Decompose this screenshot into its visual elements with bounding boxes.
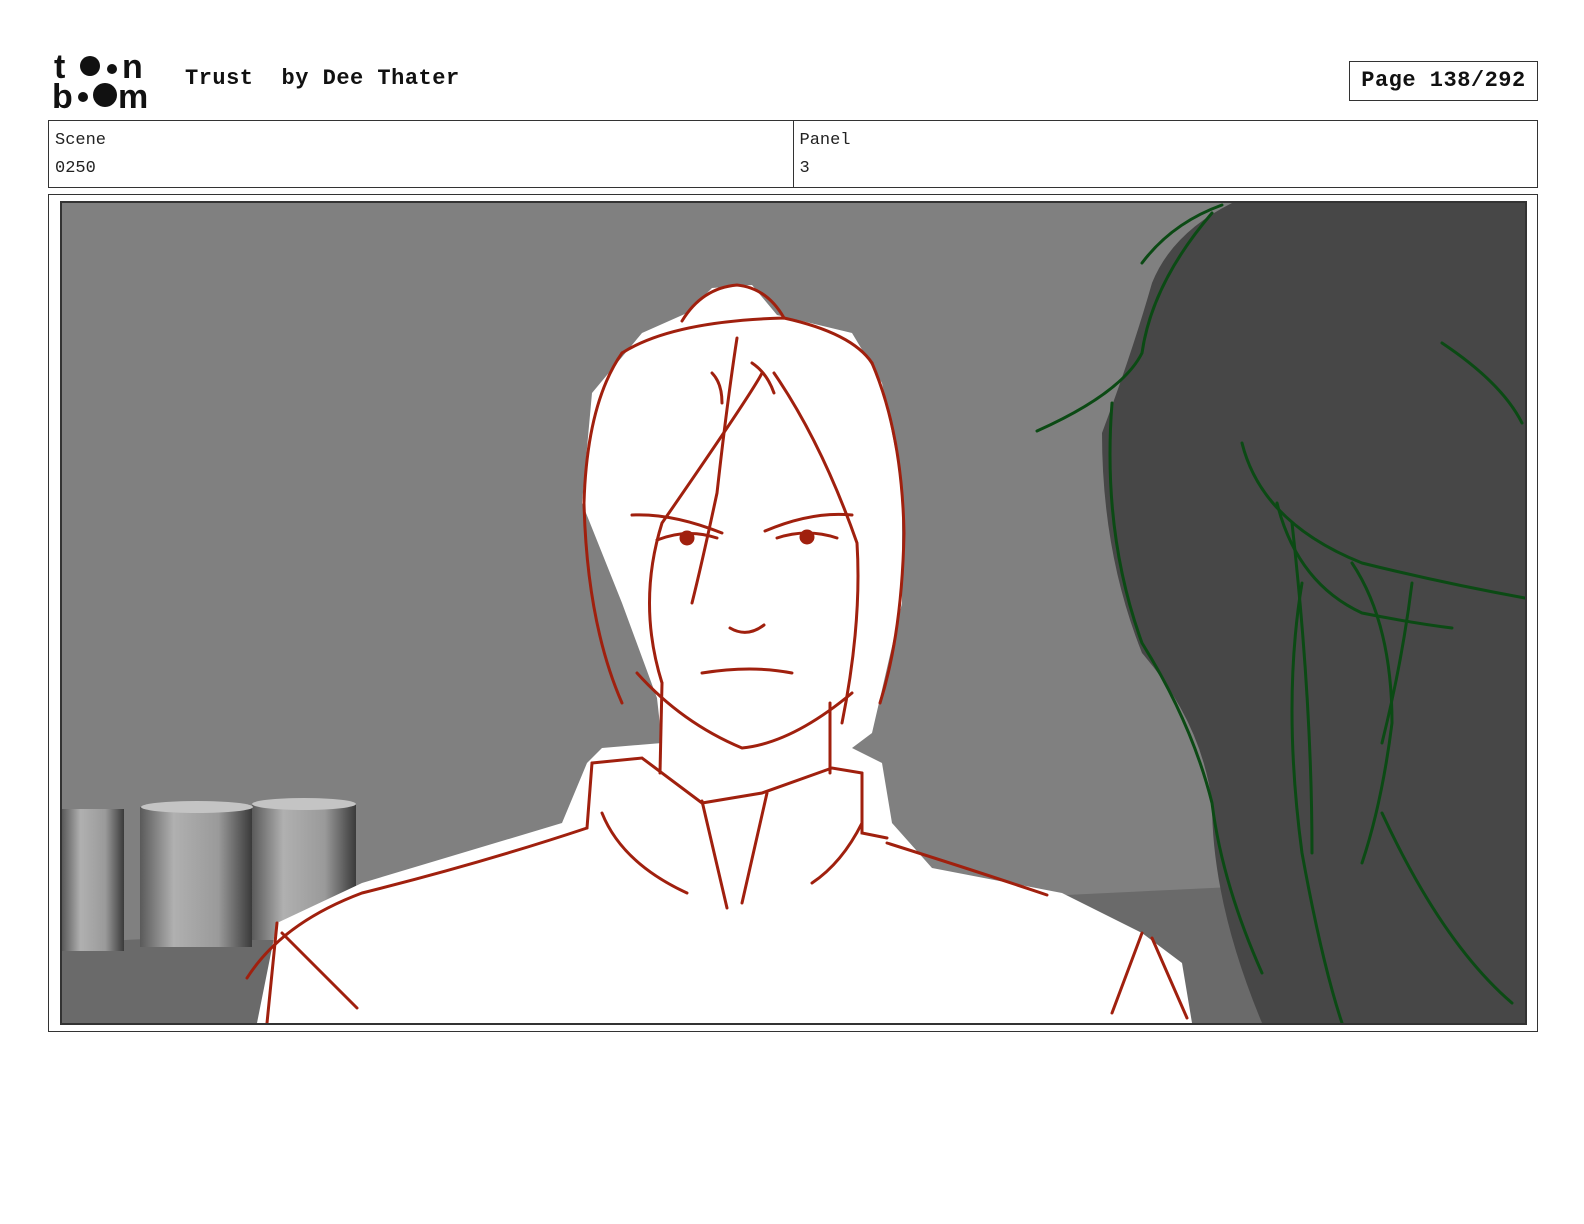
- document-title-line: Trust by Dee Thater: [185, 66, 460, 91]
- scene-panel-table: Scene 0250 Panel 3: [48, 120, 1538, 188]
- page-number: Page 138/292: [1349, 61, 1538, 101]
- logo-m: m: [118, 78, 148, 112]
- panel-cell: Panel 3: [792, 121, 1538, 187]
- panel-label: Panel: [799, 131, 851, 150]
- project-author: by Dee Thater: [281, 66, 460, 91]
- cylinder-left: [62, 809, 124, 951]
- scene-label: Scene: [55, 131, 107, 150]
- panel-value: 3: [799, 159, 810, 178]
- logo-graphic: t n b m: [52, 48, 148, 116]
- project-title: Trust: [185, 66, 254, 91]
- toonboom-logo: t n b m: [52, 48, 164, 116]
- scene-cell: Scene 0250: [49, 121, 793, 187]
- logo-b: b: [52, 78, 73, 112]
- storyboard-drawing: [62, 203, 1525, 1023]
- storyboard-panel-image: [60, 201, 1527, 1025]
- scene-value: 0250: [55, 159, 96, 178]
- cylinder-middle: [140, 807, 252, 947]
